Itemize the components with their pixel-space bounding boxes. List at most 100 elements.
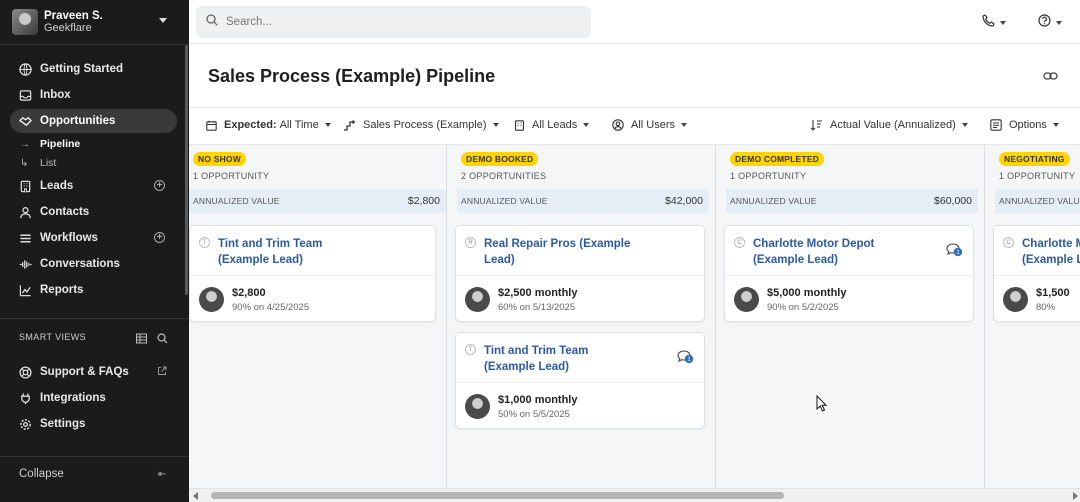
opportunity-card[interactable]: T Tint and Trim Team (Example Lead) 1 $1… — [455, 332, 705, 429]
lead-name-link[interactable]: Tint and Trim Team (Example Lead) — [484, 343, 588, 375]
opportunity-meta: 90% on 4/25/2025 — [232, 302, 310, 313]
nav-sub-pipeline[interactable]: → Pipeline — [20, 136, 80, 152]
chart-icon — [18, 283, 32, 297]
owner-avatar — [734, 287, 759, 312]
collapse-arrow-icon[interactable]: ⇤ — [158, 469, 166, 480]
nav-opportunities[interactable]: Opportunities — [10, 109, 177, 133]
chevron-down-icon — [1000, 21, 1006, 25]
comments-icon[interactable]: 1 — [677, 350, 694, 369]
options-label: Options — [1009, 119, 1047, 131]
nav-settings[interactable]: Settings — [10, 412, 177, 436]
list-icon — [18, 231, 32, 245]
gear-icon — [18, 417, 32, 431]
nav-sub-list[interactable]: ↳ List — [20, 155, 56, 171]
nav-getting-started[interactable]: Getting Started — [10, 57, 177, 81]
owner-avatar — [465, 287, 490, 312]
sort-filter[interactable]: Actual Value (Annualized) — [810, 119, 968, 131]
lead-name-link[interactable]: Real Repair Pros (Example Lead) — [484, 236, 630, 268]
nav-inbox[interactable]: Inbox — [10, 83, 177, 107]
lead-initial-badge: R — [465, 237, 476, 248]
nav-label: Contacts — [40, 206, 90, 218]
opportunity-card[interactable]: C Charlotte M (Example Le $1,500 80% — [993, 225, 1080, 322]
link-icon[interactable] — [1043, 69, 1058, 87]
opportunity-amount: $1,000 monthly — [498, 394, 578, 406]
nav-contacts[interactable]: Contacts — [10, 200, 177, 224]
comments-icon[interactable]: 1 — [946, 243, 963, 262]
divider — [0, 456, 189, 457]
chevron-down-icon — [1056, 21, 1062, 25]
lead-name-link[interactable]: Charlotte M (Example Le — [1022, 236, 1080, 268]
user-menu[interactable]: Praveen S. Geekflare — [12, 8, 177, 36]
add-workflow-icon[interactable]: + — [154, 232, 165, 243]
horizontal-scrollbar[interactable] — [189, 488, 1080, 502]
owner-avatar — [465, 394, 490, 419]
value-amount: $2,800 — [407, 195, 440, 207]
mouse-cursor-icon — [816, 394, 828, 417]
leads-filter[interactable]: All Leads — [514, 119, 590, 131]
stage-count: 1 OPPORTUNITY — [999, 171, 1076, 181]
nav-reports[interactable]: Reports — [10, 278, 177, 302]
nav-integrations[interactable]: Integrations — [10, 386, 177, 410]
opportunity-card[interactable]: C Charlotte Motor Depot (Example Lead) 1… — [724, 225, 974, 322]
stage-value-band: ANNUALIZED VALUE $60,000 — [726, 189, 978, 213]
nav-conversations[interactable]: Conversations — [10, 252, 177, 276]
scrollbar-thumb[interactable] — [211, 492, 784, 499]
nav-workflows[interactable]: Workflows + — [10, 226, 177, 250]
opportunity-card[interactable]: R Real Repair Pros (Example Lead) $2,500… — [455, 225, 705, 322]
divider — [0, 318, 189, 319]
pipeline-board: NO SHOW 1 OPPORTUNITY ANNUALIZED VALUE $… — [189, 145, 1080, 488]
search-icon[interactable] — [157, 331, 168, 349]
table-view-icon[interactable] — [136, 331, 147, 349]
value-label: ANNUALIZED VALUE — [461, 196, 548, 206]
chevron-down-icon — [324, 123, 331, 127]
phone-menu[interactable] — [982, 14, 1006, 32]
search-box[interactable] — [196, 6, 591, 38]
nav-leads[interactable]: Leads + — [10, 174, 177, 198]
collapse-button[interactable]: Collapse — [19, 468, 64, 480]
sidebar: Praveen S. Geekflare Getting Started Inb… — [0, 0, 189, 502]
lead-name-link[interactable]: Charlotte Motor Depot (Example Lead) — [753, 236, 874, 268]
scroll-right-arrow-icon[interactable] — [1073, 492, 1078, 500]
stage-column-negotiating: NEGOTIATING 1 OPPORTUNITY ANNUALIZED VAL… — [993, 145, 1080, 488]
smart-views-heading: SMART VIEWS — [19, 332, 87, 342]
stage-count: 1 OPPORTUNITY — [730, 171, 807, 181]
stage-badge: NO SHOW — [193, 152, 246, 166]
nav-support[interactable]: Support & FAQs — [10, 360, 177, 384]
divider — [0, 44, 189, 45]
owner-avatar — [199, 287, 224, 312]
users-filter[interactable]: All Users — [612, 119, 688, 131]
scroll-left-arrow-icon[interactable] — [193, 492, 198, 500]
help-menu[interactable] — [1038, 14, 1062, 32]
search-input[interactable] — [226, 16, 566, 28]
options-menu[interactable]: Options — [990, 119, 1059, 131]
arrow-right-icon: → — [20, 138, 30, 150]
nav-label: Conversations — [40, 258, 120, 270]
chevron-down-icon[interactable] — [159, 18, 167, 23]
stage-column-no-show: NO SHOW 1 OPPORTUNITY ANNUALIZED VALUE $… — [189, 145, 446, 488]
nav-label: Reports — [40, 284, 84, 296]
value-label: ANNUALIZED VALUE — [193, 196, 280, 206]
card-header: C Charlotte Motor Depot (Example Lead) 1 — [725, 226, 973, 276]
add-lead-icon[interactable]: + — [154, 180, 165, 191]
card-header: T Tint and Trim Team (Example Lead) 1 — [456, 333, 704, 383]
chevron-down-icon — [961, 123, 968, 127]
opportunity-card[interactable]: T Tint and Trim Team (Example Lead) $2,8… — [189, 225, 436, 322]
waveform-icon — [18, 257, 32, 271]
lead-name-link[interactable]: Tint and Trim Team (Example Lead) — [218, 236, 322, 268]
sort-value: Actual Value (Annualized) — [830, 119, 956, 131]
inbox-icon — [18, 88, 32, 102]
sidebar-scrollbar[interactable] — [185, 45, 188, 295]
card-header: C Charlotte M (Example Le — [994, 226, 1080, 276]
search-icon — [206, 13, 218, 31]
stage-value-band: ANNUALIZED VALUE $42,000 — [457, 189, 709, 213]
page-title: Sales Process (Example) Pipeline — [208, 66, 496, 86]
expected-filter[interactable]: Expected: All Time — [206, 119, 331, 131]
stage-column-demo-completed: DEMO COMPLETED 1 OPPORTUNITY ANNUALIZED … — [724, 145, 984, 488]
pipeline-filter[interactable]: Sales Process (Example) — [343, 119, 499, 131]
nav-label: Inbox — [40, 89, 71, 101]
chevron-down-icon — [583, 123, 590, 127]
nav-sub-label: List — [40, 157, 57, 169]
pipeline-icon — [344, 119, 356, 131]
stage-value-band: ANNUALIZED VALUE $2,800 — [189, 189, 446, 213]
calendar-icon — [206, 120, 217, 131]
